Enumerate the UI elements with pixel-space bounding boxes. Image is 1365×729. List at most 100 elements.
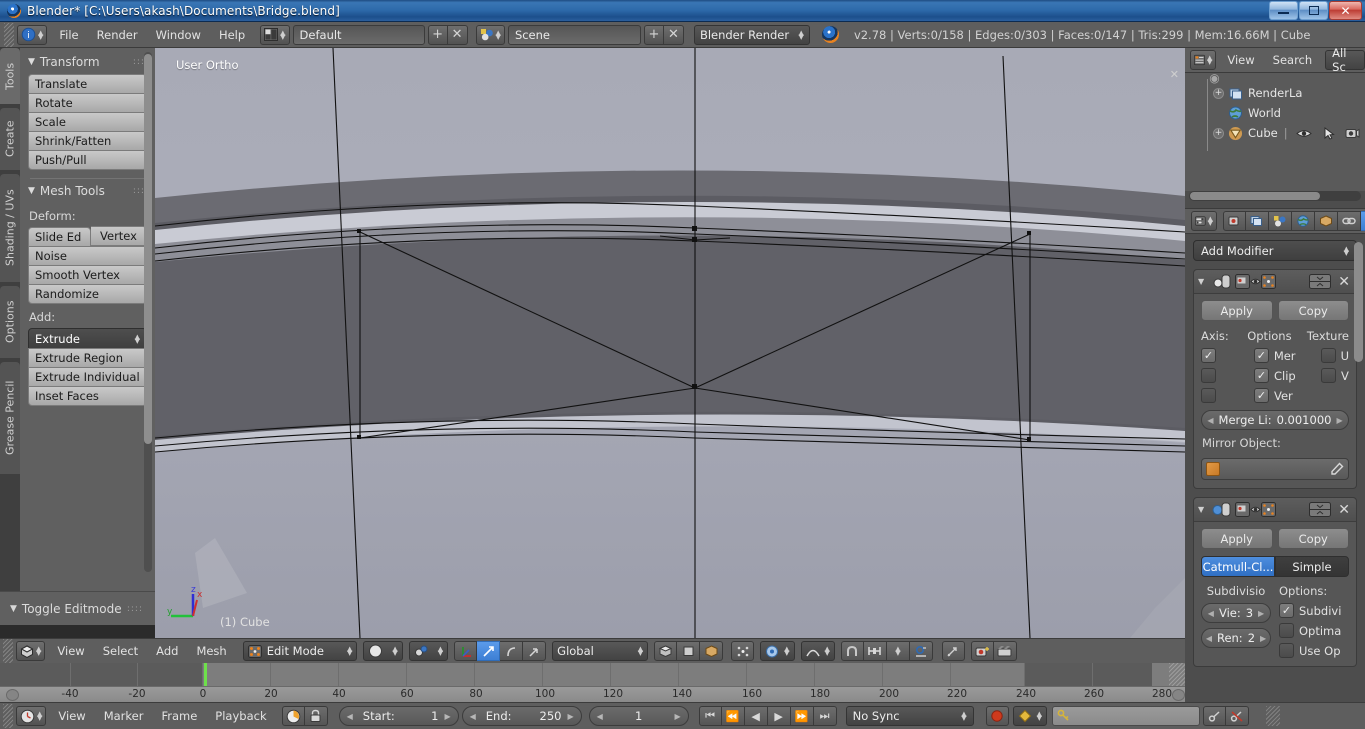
editor-type-3dview-button[interactable]: ▲ ▼ (16, 641, 46, 661)
play-reverse-button[interactable]: ◀ (744, 706, 768, 726)
expand-plus-icon[interactable]: + (1213, 87, 1224, 99)
editor-type-info-button[interactable]: i ▲ ▼ (17, 24, 48, 45)
noise-button[interactable]: Noise (28, 246, 147, 266)
scale-manipulator-button[interactable] (523, 641, 547, 661)
backface-culling-button[interactable] (700, 641, 724, 661)
mirror-axis-x-checkbox[interactable]: ✓ (1201, 348, 1216, 363)
outliner-row-world[interactable]: World (1185, 103, 1365, 123)
randomize-button[interactable]: Randomize (28, 284, 147, 304)
outliner-tree[interactable]: ◉ + RenderLa World + Cube | (1185, 73, 1365, 191)
mirror-merge-checkbox[interactable]: ✓ (1253, 348, 1269, 363)
tab-shading-uvs[interactable]: Shading / UVs (0, 174, 20, 282)
menu-window[interactable]: Window (147, 26, 210, 44)
viewport-close-icon[interactable]: ✕ (1170, 68, 1179, 81)
scene-field[interactable]: Scene (507, 24, 641, 45)
outliner-display-mode-dropdown[interactable]: All Sc (1325, 46, 1365, 74)
modifier-edit-mode-toggle-icon[interactable] (1309, 274, 1332, 289)
auto-merge-editing-button[interactable] (941, 641, 965, 661)
snap-target-button[interactable] (909, 641, 933, 661)
subsurf-apply-button[interactable]: Apply (1201, 528, 1273, 549)
tab-render-layers[interactable] (1246, 211, 1269, 231)
previous-keyframe-button[interactable]: ⏪ (721, 706, 745, 726)
tool-shelf-scrollbar-thumb[interactable] (144, 54, 152, 444)
snap-element-spinner[interactable]: ▲ ▼ (886, 641, 910, 661)
subsurf-copy-button[interactable]: Copy (1277, 528, 1349, 549)
play-button[interactable]: ▶ (767, 706, 791, 726)
increment-icon[interactable]: ▶ (1258, 609, 1264, 618)
delete-keyframe-button[interactable] (1226, 706, 1249, 726)
restrict-view-eye-icon[interactable] (1295, 128, 1312, 139)
tab-object[interactable] (1315, 211, 1338, 231)
mirror-copy-button[interactable]: Copy (1277, 300, 1349, 321)
restrict-render-camera-icon[interactable] (1345, 127, 1360, 139)
proportional-falloff-dropdown[interactable]: ▲ ▼ (800, 641, 835, 661)
tab-render[interactable] (1223, 211, 1246, 231)
viewport-menu-view[interactable]: View (48, 642, 93, 660)
snap-element-button[interactable] (863, 641, 887, 661)
editor-type-timeline-button[interactable]: ▲ ▼ (16, 706, 47, 726)
inset-faces-button[interactable]: Inset Faces (28, 386, 147, 406)
timeline-track[interactable] (0, 663, 1185, 686)
triangle-down-icon[interactable]: ▼ (1198, 277, 1204, 286)
modifier-subsurf-header[interactable]: ▼ ✕ (1194, 498, 1356, 522)
mirror-merge-limit-field[interactable]: ◀ Merge Li: 0.001000 ▶ (1201, 410, 1349, 430)
active-keying-set-field[interactable] (1052, 706, 1200, 726)
increment-icon[interactable]: ▶ (567, 712, 573, 721)
screen-layout-type-button[interactable]: ▲ ▼ (260, 24, 290, 45)
tab-tools[interactable]: Tools (0, 48, 20, 104)
outliner-scrollbar-thumb[interactable] (1190, 192, 1320, 200)
interaction-mode-dropdown[interactable]: Edit Mode ▲ ▼ (242, 641, 358, 661)
extrude-individual-button[interactable]: Extrude Individual (28, 367, 147, 387)
menu-file[interactable]: File (50, 26, 87, 44)
modifier-display-toggles-icon[interactable] (1235, 274, 1281, 289)
proportional-editing-mask-button[interactable] (731, 641, 755, 661)
use-opensubdiv-checkbox[interactable] (1279, 643, 1294, 658)
transform-orientation-dropdown[interactable]: Global ▲ ▼ (552, 641, 649, 661)
mirror-object-field[interactable] (1201, 458, 1349, 480)
toggle-editmode-panel-header[interactable]: ▼ Toggle Editmode :::: (0, 591, 155, 625)
viewport-menu-mesh[interactable]: Mesh (187, 642, 235, 660)
3d-viewport[interactable]: User Ortho ✕ y z x (1) Cube (155, 48, 1185, 638)
screen-layout-field[interactable]: Default (292, 24, 425, 45)
subsurf-view-levels-field[interactable]: ◀ Vie: 3 ▶ (1201, 603, 1271, 623)
tab-constraints[interactable] (1338, 211, 1361, 231)
decrement-icon[interactable]: ◀ (597, 712, 603, 721)
viewport-shading-dropdown[interactable]: ▲ ▼ (363, 641, 403, 661)
slide-edge-button[interactable]: Slide Ed (28, 227, 91, 247)
decrement-icon[interactable]: ◀ (470, 712, 476, 721)
rotate-manipulator-button[interactable] (500, 641, 524, 661)
frame-end-field[interactable]: ◀ End: 250 ▶ (461, 706, 582, 726)
outliner-menu-search[interactable]: Search (1264, 51, 1322, 69)
modifier-edit-mode-toggle-icon[interactable] (1309, 502, 1332, 517)
minimize-button[interactable] (1269, 1, 1298, 20)
keyframe-type-dropdown[interactable]: ▲ ▼ (1012, 706, 1047, 726)
editor-type-outliner-button[interactable]: ▲ ▼ (1190, 50, 1217, 70)
properties-scrollbar-thumb[interactable] (1354, 242, 1363, 362)
opengl-render-animation-button[interactable] (993, 641, 1017, 661)
jump-to-end-button[interactable]: ⏭ (813, 706, 837, 726)
render-engine-dropdown[interactable]: Blender Render ▲ ▼ (693, 24, 810, 45)
decrement-icon[interactable]: ◀ (347, 712, 353, 721)
eyedropper-icon[interactable] (1330, 462, 1344, 476)
select-mode-dropdown[interactable]: ▲ ▼ (408, 641, 449, 661)
translate-button[interactable]: Translate (28, 74, 147, 94)
vertex-slide-button[interactable]: Vertex (91, 226, 147, 246)
snap-magnet-button[interactable] (840, 641, 864, 661)
modifier-display-toggles-icon[interactable] (1235, 502, 1281, 517)
editor-type-properties-button[interactable]: ▲ ▼ (1191, 211, 1217, 231)
viewport-menu-select[interactable]: Select (94, 642, 147, 660)
increment-icon[interactable]: ▶ (444, 712, 450, 721)
mirror-apply-button[interactable]: Apply (1201, 300, 1273, 321)
mirror-axis-z-checkbox[interactable] (1201, 388, 1216, 403)
add-scene-button[interactable]: + (643, 24, 664, 45)
smooth-vertex-button[interactable]: Smooth Vertex (28, 265, 147, 285)
timeline-menu-frame[interactable]: Frame (152, 707, 206, 725)
menu-help[interactable]: Help (210, 26, 254, 44)
add-screen-layout-button[interactable]: + (427, 24, 448, 45)
timeline-menu-playback[interactable]: Playback (206, 707, 275, 725)
shrink-fatten-button[interactable]: Shrink/Fatten (28, 131, 147, 151)
delete-screen-layout-button[interactable]: ✕ (447, 24, 468, 45)
optimal-display-checkbox[interactable] (1279, 623, 1294, 638)
mirror-texture-v-checkbox[interactable] (1321, 368, 1336, 383)
frame-start-field[interactable]: ◀ Start: 1 ▶ (338, 706, 459, 726)
